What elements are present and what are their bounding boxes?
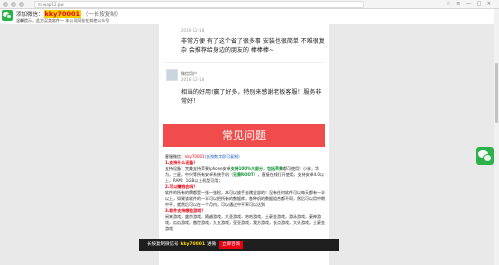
faq-answer-1-part: 支持设备：完美支持苹果iphone安卓: [165, 166, 231, 171]
footer-wechat-id[interactable]: kky70001: [181, 242, 206, 247]
promo-line: 添加微信：kky70001 （一长按复制）: [16, 10, 121, 18]
faq-wechat-id[interactable]: kky70001: [185, 154, 205, 159]
faq-answer-1-highlight: 支持100%大部分: [230, 166, 263, 171]
comment-text: 非常方便 有了这个省了很多事 安装也很简单 不难很复杂 会推荐给身边的朋友的 棒…: [181, 38, 325, 54]
scrollbar[interactable]: [494, 9, 499, 265]
faq-wx-label: 客服微信：: [165, 154, 185, 159]
scrollbar-thumb[interactable]: [495, 63, 498, 123]
divider: [165, 62, 323, 63]
wechat-float-icon[interactable]: [476, 147, 494, 165]
faq-answer-3: 闲来游戏，盛京游戏，随越游戏，大圣游戏，哈哈游戏，土豪金游戏，游泳游戏，豪神游戏…: [165, 214, 325, 231]
faq-answer-1-highlight: 无需ROOT: [233, 172, 254, 177]
promo-wechat-id[interactable]: kky70001: [43, 10, 82, 18]
window-controls[interactable]: ☆ ≡ — □ ✕: [446, 1, 493, 7]
footer-prefix: 长按复制微信号: [147, 242, 179, 247]
faq-section: 客服微信：kky70001(长按数字即可复制) 1.支持什么设备？ 支持设备：完…: [165, 154, 325, 232]
forward-icon[interactable]: [11, 2, 16, 7]
bottom-consult-bar: 长按复制微信号 kky70001 进微 立即咨询: [139, 239, 339, 251]
faq-copy-hint: (长按数字即可复制): [204, 154, 240, 159]
wechat-icon: [2, 10, 13, 21]
faq-answer-1-highlight: 包括苹果: [267, 166, 283, 171]
refresh-icon[interactable]: [19, 2, 24, 7]
comment-text: 相当的好用!赢了好多，特别来感谢老板客服！服务非常好！: [181, 89, 322, 105]
faq-banner: 常见问题: [163, 124, 325, 147]
faq-answer-1: 支持设备：完美支持苹果iphone安卓支持100%大部分，包括苹果都可使用！小米…: [165, 166, 325, 184]
promo-notice: 温馨提示，此方买卖软件一 本公司同存在其他公众号: [16, 18, 110, 23]
back-icon[interactable]: [3, 2, 8, 7]
comment-date: 2016-12-18: [181, 28, 205, 33]
top-promo-bar: 添加微信：kky70001 （一长按复制） 温馨提示，此方买卖软件一 本公司同存…: [0, 9, 499, 24]
avatar: [166, 69, 178, 81]
footer-suffix: 进微: [207, 242, 217, 247]
address-bar[interactable]: m.wap12.pw: [34, 1, 364, 8]
consult-button[interactable]: 立即咨询: [219, 241, 244, 249]
comment-date: 2016-12-18: [181, 77, 205, 82]
page-content: 2016-12-18 非常方便 有了这个省了很多事 安装也很简单 不难很复杂 会…: [159, 24, 329, 265]
faq-answer-2: 软件的所有的牌都是一张一张检，本可以放手去赌全部的！沒有任何软件可以每天都有一半…: [165, 190, 325, 207]
browser-toolbar: m.wap12.pw ☆ ≡ — □ ✕: [0, 0, 499, 9]
